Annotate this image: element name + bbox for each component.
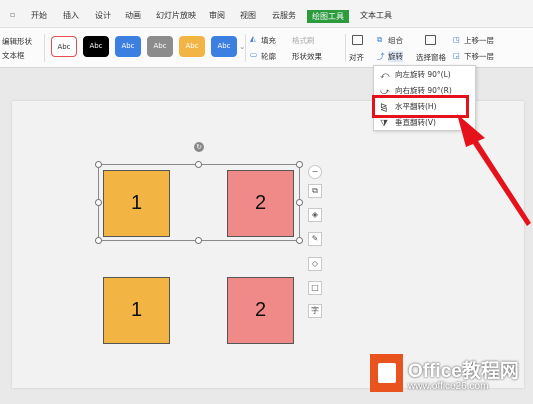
slide[interactable]: 1 2 1 2 ↻ − ⧉ ◈ ✎ ◇ □ 字 <box>12 101 524 388</box>
rotate-icon: ⤴ <box>377 52 385 61</box>
selection-pane-icon <box>425 35 436 45</box>
shape-box-1-bottom[interactable]: 1 <box>103 277 170 344</box>
resize-handle-bl[interactable] <box>95 237 102 244</box>
resize-handle-tc[interactable] <box>195 161 202 168</box>
menu-item-rotate-left[interactable]: ⤺ 向左旋转 90°(L) <box>374 68 475 82</box>
office-logo-icon <box>370 354 403 392</box>
shape-style-black[interactable]: Abc <box>83 36 109 57</box>
layers-icon[interactable]: ◈ <box>308 208 322 222</box>
shape-effect-button[interactable]: 形状效果 <box>292 51 322 62</box>
fill-icon: ◭ <box>250 34 256 43</box>
watermark-title: Office教程网 <box>408 361 519 382</box>
resize-handle-ml[interactable] <box>95 199 102 206</box>
resize-handle-bc[interactable] <box>195 237 202 244</box>
fill-bucket-icon[interactable]: ◇ <box>308 257 322 271</box>
watermark-url: www.office26.com <box>408 381 489 392</box>
tab-cloud-service[interactable]: 云服务 <box>272 9 296 23</box>
ribbon-tab-bar: ▫ 开始 插入 设计 动画 幻灯片放映 审阅 视图 云服务 绘图工具 文本工具 <box>0 0 533 28</box>
watermark-logo: Office教程网 www.office26.com <box>370 354 523 398</box>
tab-text-tools[interactable]: 文本工具 <box>360 9 392 23</box>
edit-shape-button[interactable]: 编辑形状 <box>2 36 32 47</box>
tab-view[interactable]: 视图 <box>240 9 256 23</box>
rotate-button[interactable]: 旋转 <box>388 51 403 62</box>
format-painter-button[interactable]: 格式刷 <box>292 35 315 46</box>
menu-item-flip-vertical[interactable]: ⧩ 垂直翻转(V) <box>374 116 475 130</box>
tab-design[interactable]: 设计 <box>95 9 111 23</box>
align-button[interactable]: 对齐 <box>349 52 364 63</box>
fill-button[interactable]: 填充 <box>261 35 276 46</box>
text-tool-icon[interactable]: 字 <box>308 304 322 318</box>
textbox-button[interactable]: 文本框 <box>2 50 25 61</box>
tab-insert[interactable]: 插入 <box>63 9 79 23</box>
ribbon-divider <box>245 34 246 62</box>
shape-style-orange[interactable]: Abc <box>179 36 205 57</box>
align-icon <box>352 35 363 45</box>
flip-vertical-icon: ⧩ <box>380 119 389 129</box>
resize-handle-mr[interactable] <box>296 199 303 206</box>
ribbon-divider <box>345 34 346 62</box>
selection-frame <box>98 164 300 241</box>
bring-forward-icon: ◳ <box>453 35 461 44</box>
selection-pane-button[interactable]: 选择窗格 <box>416 52 446 63</box>
collapse-tools-icon[interactable]: − <box>308 165 322 179</box>
group-button[interactable]: 组合 <box>388 35 403 46</box>
tab-drawing-tools[interactable]: 绘图工具 <box>307 10 349 23</box>
send-backward-button[interactable]: 下移一层 <box>464 51 494 62</box>
tab-animation[interactable]: 动画 <box>125 9 141 23</box>
resize-handle-tl[interactable] <box>95 161 102 168</box>
outline-button[interactable]: 轮廓 <box>261 51 276 62</box>
send-backward-icon: ◲ <box>453 51 461 60</box>
rotate-left-icon: ⤺ <box>380 71 390 81</box>
copy-shape-icon[interactable]: ⧉ <box>308 184 322 198</box>
rotate-handle-icon[interactable]: ↻ <box>194 142 204 152</box>
ribbon-toolbar: 编辑形状 文本框 Abc Abc Abc Abc Abc Abc ⌄ ◭ 填充 … <box>0 28 533 68</box>
outline-box-icon[interactable]: □ <box>308 281 322 295</box>
bring-forward-button[interactable]: 上移一层 <box>464 35 494 46</box>
tab-review[interactable]: 审阅 <box>209 9 225 23</box>
ribbon-divider <box>44 34 45 62</box>
shape-style-white[interactable]: Abc <box>51 36 77 57</box>
resize-handle-tr[interactable] <box>296 161 303 168</box>
shape-box-2-bottom[interactable]: 2 <box>227 277 294 344</box>
group-icon: ⧉ <box>377 35 383 44</box>
resize-handle-br[interactable] <box>296 237 303 244</box>
highlight-box <box>372 95 469 118</box>
outline-icon: ▭ <box>250 50 258 59</box>
tab-slideshow[interactable]: 幻灯片放映 <box>156 9 196 23</box>
quick-access-icon[interactable]: ▫ <box>10 10 15 19</box>
shape-style-blue-2[interactable]: Abc <box>211 36 237 57</box>
shape-style-gray[interactable]: Abc <box>147 36 173 57</box>
pen-icon[interactable]: ✎ <box>308 232 322 246</box>
shape-style-blue[interactable]: Abc <box>115 36 141 57</box>
tab-start[interactable]: 开始 <box>31 9 47 23</box>
